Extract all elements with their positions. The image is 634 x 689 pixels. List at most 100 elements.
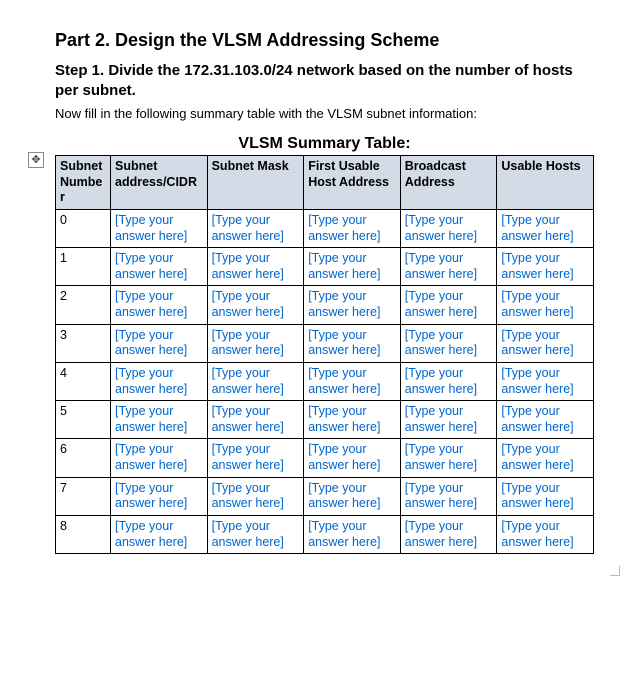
answer-cell[interactable]: [Type your answer here]	[207, 439, 304, 477]
answer-cell[interactable]: [Type your answer here]	[304, 248, 401, 286]
answer-cell[interactable]: [Type your answer here]	[111, 324, 208, 362]
answer-cell[interactable]: [Type your answer here]	[111, 477, 208, 515]
answer-cell[interactable]: [Type your answer here]	[304, 362, 401, 400]
answer-cell[interactable]: [Type your answer here]	[400, 362, 497, 400]
answer-cell[interactable]: [Type your answer here]	[111, 362, 208, 400]
answer-cell[interactable]: [Type your answer here]	[304, 209, 401, 247]
answer-cell[interactable]: [Type your answer here]	[111, 286, 208, 324]
table-body: 0[Type your answer here][Type your answe…	[56, 209, 594, 553]
placeholder-text[interactable]: [Type your answer here]	[212, 404, 284, 434]
placeholder-text[interactable]: [Type your answer here]	[405, 519, 477, 549]
placeholder-text[interactable]: [Type your answer here]	[308, 213, 380, 243]
placeholder-text[interactable]: [Type your answer here]	[212, 519, 284, 549]
answer-cell[interactable]: [Type your answer here]	[207, 209, 304, 247]
placeholder-text[interactable]: [Type your answer here]	[308, 481, 380, 511]
answer-cell[interactable]: [Type your answer here]	[207, 401, 304, 439]
answer-cell[interactable]: [Type your answer here]	[497, 477, 594, 515]
placeholder-text[interactable]: [Type your answer here]	[212, 442, 284, 472]
placeholder-text[interactable]: [Type your answer here]	[501, 213, 573, 243]
answer-cell[interactable]: [Type your answer here]	[400, 286, 497, 324]
placeholder-text[interactable]: [Type your answer here]	[308, 404, 380, 434]
answer-cell[interactable]: [Type your answer here]	[111, 439, 208, 477]
placeholder-text[interactable]: [Type your answer here]	[308, 289, 380, 319]
answer-cell[interactable]: [Type your answer here]	[497, 401, 594, 439]
placeholder-text[interactable]: [Type your answer here]	[308, 328, 380, 358]
answer-cell[interactable]: [Type your answer here]	[304, 439, 401, 477]
placeholder-text[interactable]: [Type your answer here]	[308, 366, 380, 396]
answer-cell[interactable]: [Type your answer here]	[497, 439, 594, 477]
cell-subnet-number: 4	[56, 362, 111, 400]
col-header-broadcast: Broadcast Address	[400, 156, 497, 210]
placeholder-text[interactable]: [Type your answer here]	[405, 213, 477, 243]
placeholder-text[interactable]: [Type your answer here]	[405, 404, 477, 434]
answer-cell[interactable]: [Type your answer here]	[207, 515, 304, 553]
answer-cell[interactable]: [Type your answer here]	[304, 324, 401, 362]
answer-cell[interactable]: [Type your answer here]	[207, 477, 304, 515]
placeholder-text[interactable]: [Type your answer here]	[501, 366, 573, 396]
answer-cell[interactable]: [Type your answer here]	[497, 286, 594, 324]
answer-cell[interactable]: [Type your answer here]	[497, 324, 594, 362]
answer-cell[interactable]: [Type your answer here]	[400, 209, 497, 247]
placeholder-text[interactable]: [Type your answer here]	[405, 442, 477, 472]
answer-cell[interactable]: [Type your answer here]	[304, 515, 401, 553]
table-row: 4[Type your answer here][Type your answe…	[56, 362, 594, 400]
placeholder-text[interactable]: [Type your answer here]	[308, 442, 380, 472]
col-header-subnet-number: Subnet Number	[56, 156, 111, 210]
answer-cell[interactable]: [Type your answer here]	[111, 248, 208, 286]
answer-cell[interactable]: [Type your answer here]	[111, 401, 208, 439]
placeholder-text[interactable]: [Type your answer here]	[212, 251, 284, 281]
answer-cell[interactable]: [Type your answer here]	[497, 515, 594, 553]
cell-subnet-number: 3	[56, 324, 111, 362]
placeholder-text[interactable]: [Type your answer here]	[115, 251, 187, 281]
placeholder-text[interactable]: [Type your answer here]	[115, 213, 187, 243]
placeholder-text[interactable]: [Type your answer here]	[501, 328, 573, 358]
placeholder-text[interactable]: [Type your answer here]	[212, 213, 284, 243]
placeholder-text[interactable]: [Type your answer here]	[212, 328, 284, 358]
placeholder-text[interactable]: [Type your answer here]	[501, 442, 573, 472]
placeholder-text[interactable]: [Type your answer here]	[405, 366, 477, 396]
answer-cell[interactable]: [Type your answer here]	[304, 477, 401, 515]
cell-subnet-number: 1	[56, 248, 111, 286]
placeholder-text[interactable]: [Type your answer here]	[501, 519, 573, 549]
answer-cell[interactable]: [Type your answer here]	[304, 286, 401, 324]
answer-cell[interactable]: [Type your answer here]	[111, 209, 208, 247]
placeholder-text[interactable]: [Type your answer here]	[501, 481, 573, 511]
placeholder-text[interactable]: [Type your answer here]	[212, 481, 284, 511]
placeholder-text[interactable]: [Type your answer here]	[115, 366, 187, 396]
placeholder-text[interactable]: [Type your answer here]	[115, 519, 187, 549]
placeholder-text[interactable]: [Type your answer here]	[308, 251, 380, 281]
placeholder-text[interactable]: [Type your answer here]	[405, 251, 477, 281]
answer-cell[interactable]: [Type your answer here]	[304, 401, 401, 439]
placeholder-text[interactable]: [Type your answer here]	[212, 366, 284, 396]
placeholder-text[interactable]: [Type your answer here]	[115, 481, 187, 511]
answer-cell[interactable]: [Type your answer here]	[207, 362, 304, 400]
placeholder-text[interactable]: [Type your answer here]	[405, 481, 477, 511]
placeholder-text[interactable]: [Type your answer here]	[115, 404, 187, 434]
col-header-subnet-mask: Subnet Mask	[207, 156, 304, 210]
answer-cell[interactable]: [Type your answer here]	[207, 248, 304, 286]
answer-cell[interactable]: [Type your answer here]	[400, 439, 497, 477]
placeholder-text[interactable]: [Type your answer here]	[115, 289, 187, 319]
placeholder-text[interactable]: [Type your answer here]	[405, 328, 477, 358]
answer-cell[interactable]: [Type your answer here]	[497, 248, 594, 286]
placeholder-text[interactable]: [Type your answer here]	[501, 289, 573, 319]
answer-cell[interactable]: [Type your answer here]	[400, 324, 497, 362]
placeholder-text[interactable]: [Type your answer here]	[308, 519, 380, 549]
answer-cell[interactable]: [Type your answer here]	[207, 324, 304, 362]
placeholder-text[interactable]: [Type your answer here]	[115, 328, 187, 358]
answer-cell[interactable]: [Type your answer here]	[400, 401, 497, 439]
step-title: Step 1. Divide the 172.31.103.0/24 netwo…	[55, 61, 594, 100]
placeholder-text[interactable]: [Type your answer here]	[405, 289, 477, 319]
placeholder-text[interactable]: [Type your answer here]	[212, 289, 284, 319]
answer-cell[interactable]: [Type your answer here]	[111, 515, 208, 553]
answer-cell[interactable]: [Type your answer here]	[400, 477, 497, 515]
answer-cell[interactable]: [Type your answer here]	[497, 209, 594, 247]
answer-cell[interactable]: [Type your answer here]	[497, 362, 594, 400]
table-anchor-move-icon[interactable]: ✥	[28, 152, 44, 168]
placeholder-text[interactable]: [Type your answer here]	[501, 404, 573, 434]
placeholder-text[interactable]: [Type your answer here]	[115, 442, 187, 472]
answer-cell[interactable]: [Type your answer here]	[400, 515, 497, 553]
placeholder-text[interactable]: [Type your answer here]	[501, 251, 573, 281]
answer-cell[interactable]: [Type your answer here]	[400, 248, 497, 286]
answer-cell[interactable]: [Type your answer here]	[207, 286, 304, 324]
